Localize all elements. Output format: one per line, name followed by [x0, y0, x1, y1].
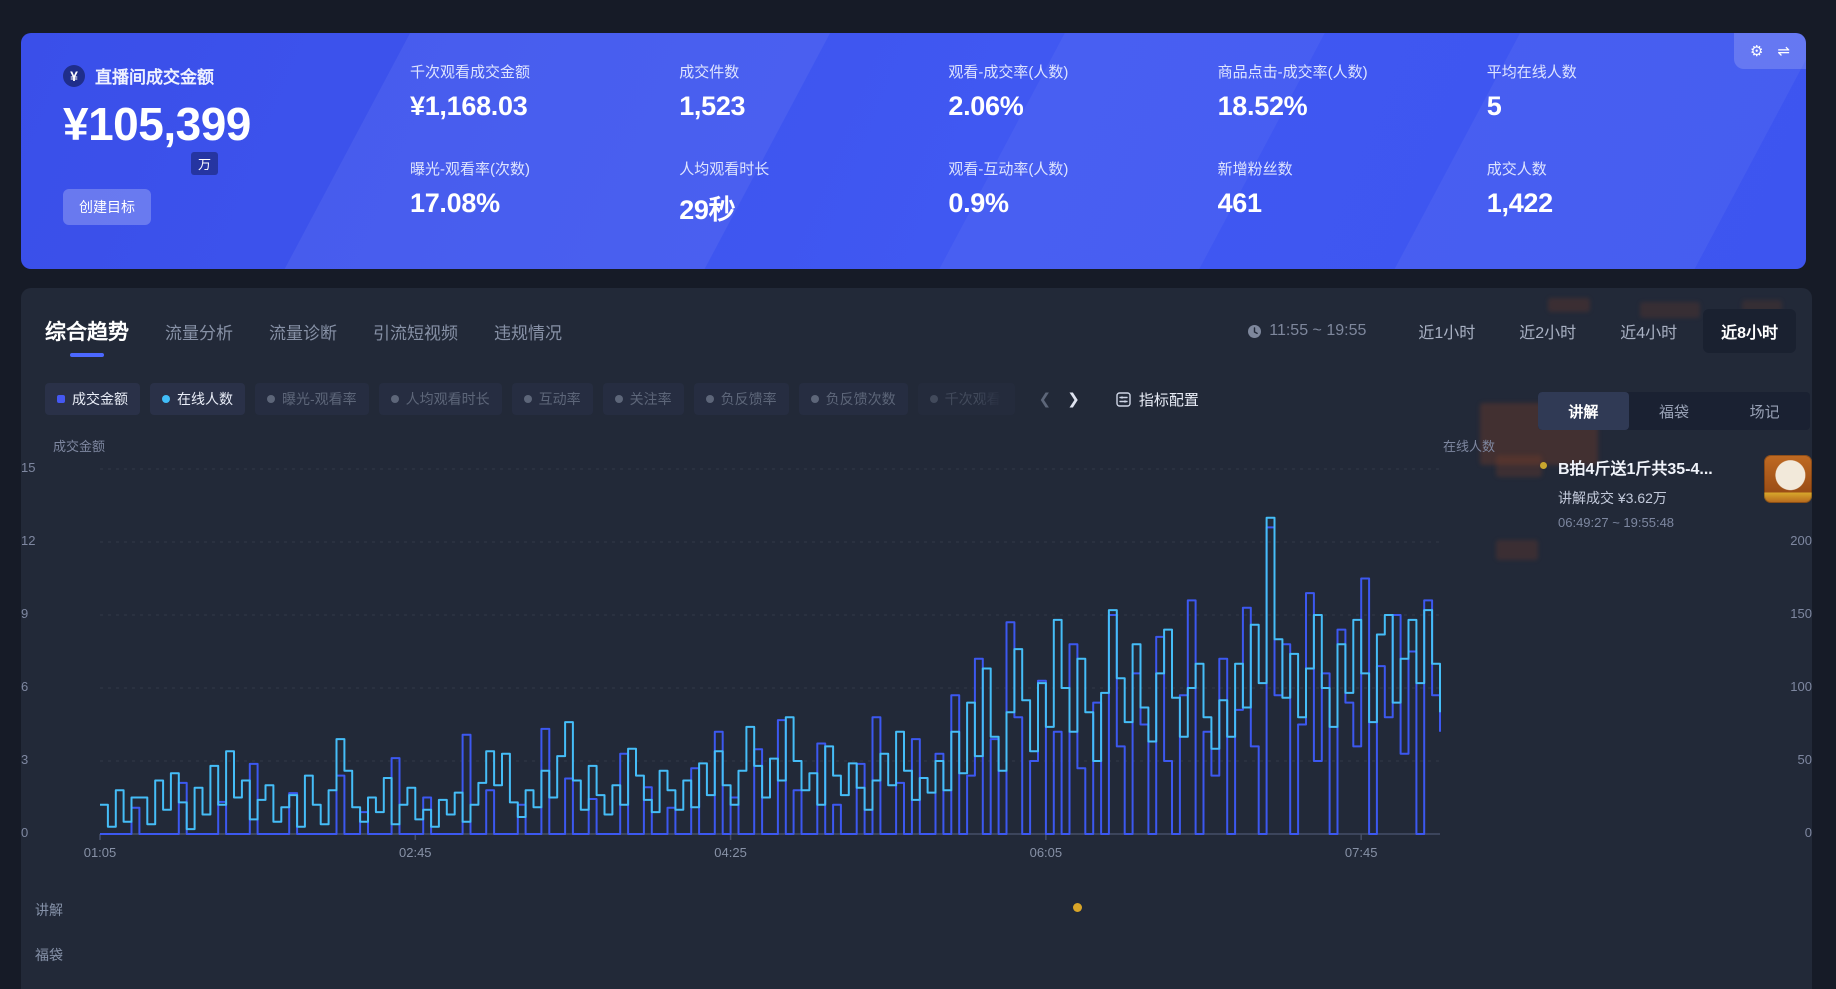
series-dot	[930, 395, 938, 403]
series-dot	[706, 395, 714, 403]
metric-config-button[interactable]: 指标配置	[1116, 389, 1199, 410]
douyin-live-analytics-screen: ¥ 直播间成交金额 ¥105,399 万 创建目标 千次观看成交金额 ¥1,16…	[0, 0, 1836, 989]
chevron-right-icon[interactable]: ❯	[1067, 390, 1080, 408]
summary-card: ¥ 直播间成交金额 ¥105,399 万 创建目标 千次观看成交金额 ¥1,16…	[21, 33, 1806, 269]
metric-label: 平均在线人数	[1487, 61, 1756, 82]
metric-value: ¥1,168.03	[410, 91, 679, 122]
item-time-range: 06:49:27 ~ 19:55:48	[1558, 515, 1818, 530]
metric-value: 2.06%	[948, 91, 1217, 122]
metric-label: 观看-互动率(人数)	[948, 158, 1217, 179]
trend-panel: 综合趋势 流量分析 流量诊断 引流短视频 违规情况 11:55 ~ 19:55 …	[21, 288, 1812, 989]
series-dot	[57, 395, 65, 403]
metric-value: 0.9%	[948, 188, 1217, 219]
metric-cell: 千次观看成交金额 ¥1,168.03	[410, 61, 679, 148]
chevron-left-icon[interactable]: ❮	[1039, 390, 1052, 408]
series-dot	[162, 395, 170, 403]
range-2h-button[interactable]: 近2小时	[1501, 309, 1594, 353]
time-range-text: 11:55 ~ 19:55	[1269, 322, 1366, 340]
metric-value: 29秒	[679, 188, 948, 227]
chip-exposure-view-rate[interactable]: 曝光-观看率	[255, 383, 369, 415]
metric-label: 商品点击-成交率(人数)	[1218, 61, 1487, 82]
series-dot	[524, 395, 532, 403]
swap-icon[interactable]: ⇌	[1777, 44, 1790, 59]
metric-cell: 平均在线人数 5	[1487, 61, 1756, 148]
card-corner-actions: ⚙ ⇌	[1734, 33, 1806, 69]
chips-scroll-arrows: ❮ ❯	[1039, 390, 1080, 408]
metric-label: 成交件数	[679, 61, 948, 82]
time-range-display: 11:55 ~ 19:55	[1247, 322, 1366, 340]
range-4h-button[interactable]: 近4小时	[1602, 309, 1695, 353]
sidebar-tab-lucky-bag[interactable]: 福袋	[1629, 392, 1720, 430]
metric-cell: 成交人数 1,422	[1487, 158, 1756, 245]
sidebar-tab-explain[interactable]: 讲解	[1538, 392, 1629, 430]
event-sidebar: 讲解 福袋 场记 B拍4斤送1斤共35-4... 讲解成交 ¥3.62万 06:…	[1538, 392, 1818, 530]
metric-value: 461	[1218, 188, 1487, 219]
sidebar-tab-log[interactable]: 场记	[1719, 392, 1810, 430]
clock-icon	[1247, 324, 1262, 339]
explain-track-marker[interactable]	[1073, 903, 1082, 912]
track-label-lucky-bag: 福袋	[35, 945, 63, 965]
sidebar-tabs: 讲解 福袋 场记	[1538, 392, 1810, 430]
metric-value: 5	[1487, 91, 1756, 122]
metric-cell: 商品点击-成交率(人数) 18.52%	[1218, 61, 1487, 148]
item-bullet-dot	[1540, 462, 1547, 469]
metric-cell: 成交件数 1,523	[679, 61, 948, 148]
product-thumbnail	[1764, 455, 1812, 503]
gmv-total-value: ¥105,399	[63, 100, 363, 148]
metric-cell: 新增粉丝数 461	[1218, 158, 1487, 245]
left-axis-title: 成交金额	[43, 436, 105, 455]
metric-label: 新增粉丝数	[1218, 158, 1487, 179]
metric-cell: 观看-成交率(人数) 2.06%	[948, 61, 1217, 148]
series-dot	[267, 395, 275, 403]
chip-follow-rate[interactable]: 关注率	[603, 383, 684, 415]
chip-negative-feedback-count[interactable]: 负反馈次数	[799, 383, 908, 415]
metrics-grid: 千次观看成交金额 ¥1,168.03 曝光-观看率(次数) 17.08% 成交件…	[410, 61, 1756, 245]
series-dot	[391, 395, 399, 403]
gear-icon[interactable]: ⚙	[1750, 44, 1763, 59]
chip-online-users[interactable]: 在线人数	[150, 383, 245, 415]
metric-cell: 人均观看时长 29秒	[679, 158, 948, 245]
item-title: B拍4斤送1斤共35-4...	[1558, 455, 1746, 479]
tabs-row: 综合趋势 流量分析 流量诊断 引流短视频 违规情况 11:55 ~ 19:55 …	[45, 308, 1796, 354]
tab-overall-trend[interactable]: 综合趋势	[45, 316, 129, 346]
metric-value: 1,422	[1487, 188, 1756, 219]
yen-coin-icon: ¥	[63, 65, 85, 87]
tab-short-video[interactable]: 引流短视频	[373, 319, 458, 344]
background-artifact	[1496, 455, 1542, 477]
metric-cell: 观看-互动率(人数) 0.9%	[948, 158, 1217, 245]
metric-value: 18.52%	[1218, 91, 1487, 122]
chip-per-1000-views[interactable]: 千次观看	[918, 383, 1015, 415]
explain-list-item[interactable]: B拍4斤送1斤共35-4... 讲解成交 ¥3.62万 06:49:27 ~ 1…	[1538, 455, 1818, 530]
metric-label: 观看-成交率(人数)	[948, 61, 1217, 82]
chip-gmv[interactable]: 成交金额	[45, 383, 140, 415]
config-grid-icon	[1116, 392, 1131, 407]
tab-traffic-diagnosis[interactable]: 流量诊断	[269, 319, 337, 344]
range-1h-button[interactable]: 近1小时	[1400, 309, 1493, 353]
metric-label: 人均观看时长	[679, 158, 948, 179]
track-label-explain: 讲解	[35, 900, 63, 920]
metric-chips-row: 成交金额 在线人数 曝光-观看率 人均观看时长 互动率 关注率 负反馈率 负反馈…	[45, 382, 1199, 416]
metric-value: 1,523	[679, 91, 948, 122]
range-8h-button[interactable]: 近8小时	[1703, 309, 1796, 353]
metric-cell: 曝光-观看率(次数) 17.08%	[410, 158, 679, 245]
chip-interaction-rate[interactable]: 互动率	[512, 383, 593, 415]
background-artifact	[1496, 540, 1538, 560]
chip-avg-watch-time[interactable]: 人均观看时长	[379, 383, 502, 415]
right-axis-title: 在线人数	[1443, 436, 1495, 455]
trend-chart[interactable]	[100, 456, 1440, 842]
metric-label: 千次观看成交金额	[410, 61, 679, 82]
tab-traffic-analysis[interactable]: 流量分析	[165, 319, 233, 344]
metric-label: 曝光-观看率(次数)	[410, 158, 679, 179]
series-dot	[615, 395, 623, 403]
metric-label: 成交人数	[1487, 158, 1756, 179]
metric-value: 17.08%	[410, 188, 679, 219]
chip-negative-feedback-rate[interactable]: 负反馈率	[694, 383, 789, 415]
unit-badge: 万	[191, 152, 218, 175]
summary-title: 直播间成交金额	[95, 63, 214, 88]
create-goal-button[interactable]: 创建目标	[63, 189, 151, 225]
x-axis-labels: 01:0502:4504:2506:0507:45	[100, 845, 1440, 865]
metric-config-label: 指标配置	[1139, 389, 1199, 410]
series-dot	[811, 395, 819, 403]
tab-violations[interactable]: 违规情况	[494, 319, 562, 344]
